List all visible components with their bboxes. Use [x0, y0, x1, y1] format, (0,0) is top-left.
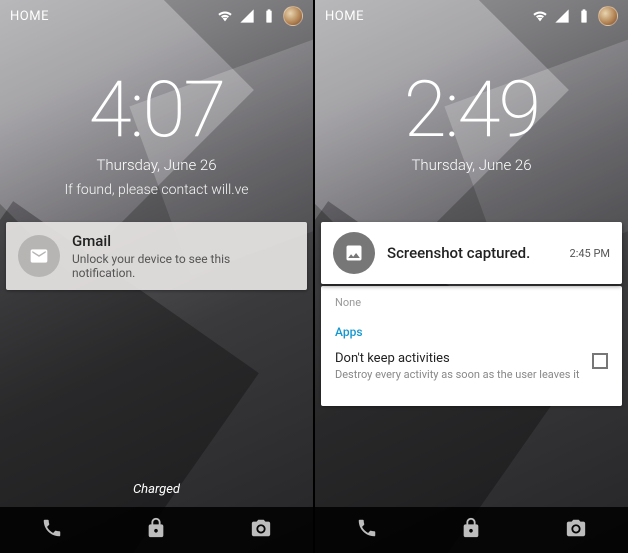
settings-panel: None Apps Don't keep activities Destroy …: [321, 286, 622, 406]
bottom-shortcuts: [0, 507, 313, 553]
bottom-shortcuts: [315, 507, 628, 553]
gmail-icon: [18, 235, 60, 277]
owner-info: If found, please contact will.ve: [0, 182, 313, 198]
notification-text: Gmail Unlock your device to see this not…: [72, 232, 295, 280]
lock-icon[interactable]: [460, 517, 482, 543]
camera-icon[interactable]: [565, 517, 587, 543]
checkbox-unchecked[interactable]: [592, 353, 608, 369]
clock-time: 4:07: [0, 72, 313, 150]
clock-date: Thursday, June 26: [0, 156, 313, 174]
phone-icon[interactable]: [356, 517, 378, 543]
status-home-label: HOME: [10, 9, 49, 24]
status-icons: [532, 6, 618, 26]
phone-icon[interactable]: [41, 517, 63, 543]
panel-item-dont-keep-activities[interactable]: Don't keep activities Destroy every acti…: [335, 351, 608, 382]
status-bar: HOME: [0, 0, 313, 32]
battery-icon: [576, 8, 592, 24]
panel-none-label: None: [335, 296, 608, 309]
clock-time: 2:49: [315, 72, 628, 150]
image-icon: [333, 232, 375, 274]
lockscreen-left: HOME 4:07 Thursday, June 26 If found, pl…: [0, 0, 313, 553]
signal-icon: [554, 8, 570, 24]
clock-date: Thursday, June 26: [315, 156, 628, 174]
status-home-label: HOME: [325, 9, 364, 24]
battery-status: Charged: [0, 482, 313, 497]
panel-item-title: Don't keep activities: [335, 351, 582, 366]
status-bar: HOME: [315, 0, 628, 32]
clock-block: 4:07 Thursday, June 26 If found, please …: [0, 72, 313, 198]
battery-icon: [261, 8, 277, 24]
notification-time: 2:45 PM: [570, 247, 610, 260]
lockscreen-right: HOME 2:49 Thursday, June 26 Screenshot c…: [315, 0, 628, 553]
notification-text: Screenshot captured.: [387, 244, 558, 262]
notification-title: Gmail: [72, 232, 295, 250]
wifi-icon: [217, 8, 233, 24]
notification-card[interactable]: Gmail Unlock your device to see this not…: [6, 222, 307, 290]
profile-avatar[interactable]: [283, 6, 303, 26]
camera-icon[interactable]: [250, 517, 272, 543]
wifi-icon: [532, 8, 548, 24]
lock-icon[interactable]: [145, 517, 167, 543]
notification-card[interactable]: Screenshot captured. 2:45 PM: [321, 222, 622, 284]
status-icons: [217, 6, 303, 26]
signal-icon: [239, 8, 255, 24]
profile-avatar[interactable]: [598, 6, 618, 26]
panel-section-header: Apps: [335, 325, 608, 339]
panel-item-subtitle: Destroy every activity as soon as the us…: [335, 368, 582, 382]
clock-block: 2:49 Thursday, June 26: [315, 72, 628, 174]
notification-title: Screenshot captured.: [387, 244, 558, 262]
notification-subtitle: Unlock your device to see this notificat…: [72, 252, 295, 280]
